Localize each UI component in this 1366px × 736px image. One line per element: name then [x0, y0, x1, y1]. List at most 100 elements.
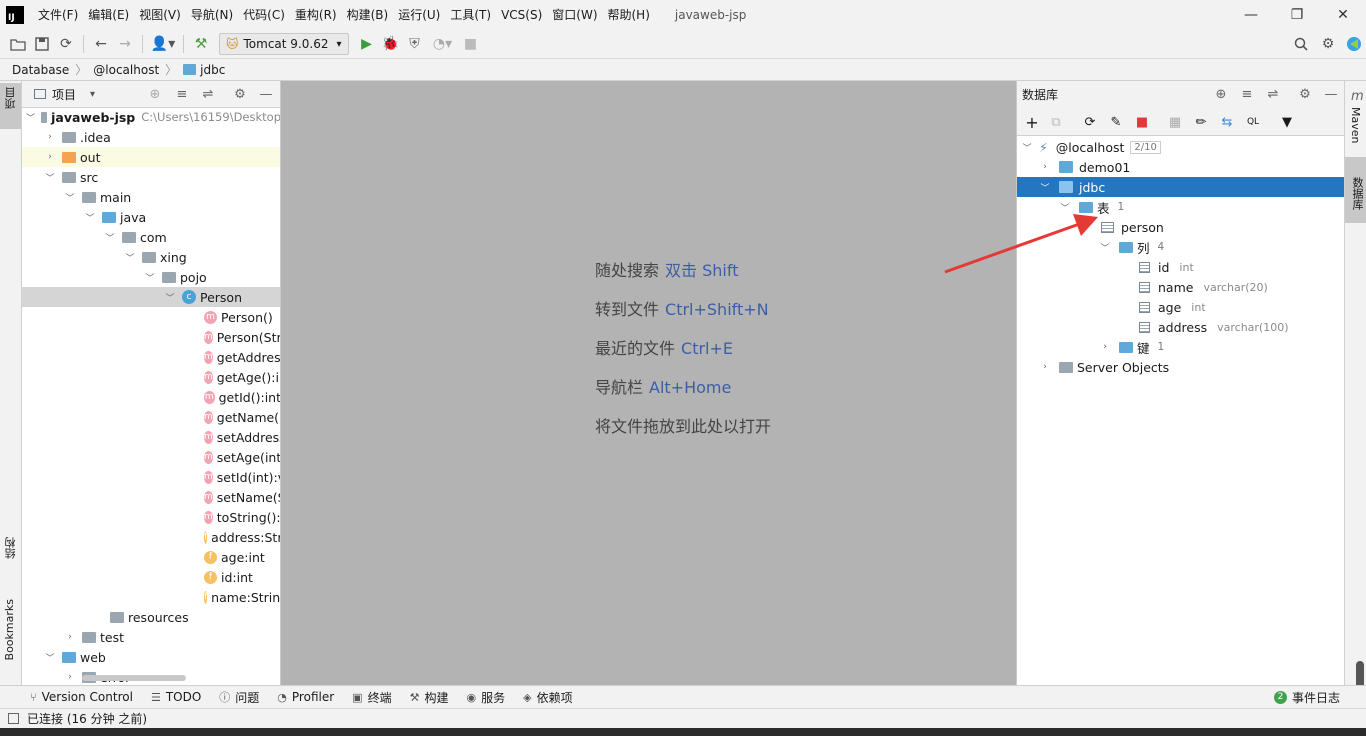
tree-node-root[interactable]: ﹀ javaweb-jsp C:\Users\16159\Desktop	[22, 107, 280, 127]
hide-panel-icon[interactable]: —	[257, 85, 275, 103]
menu-file[interactable]: 文件(F)	[33, 0, 83, 30]
tree-node-resources[interactable]: resources	[22, 607, 280, 627]
chevron-down-icon[interactable]: ﹀	[124, 251, 136, 264]
layout-icon[interactable]	[8, 713, 19, 724]
tree-node-java[interactable]: ﹀ java	[22, 207, 280, 227]
editor-empty-area[interactable]: 随处搜索 双击 Shift 转到文件 Ctrl+Shift+N 最近的文件 Ctrl+…	[281, 81, 1016, 685]
tab-structure[interactable]: 结构	[3, 537, 19, 559]
locate-icon[interactable]: ⊕	[146, 85, 164, 103]
tool-services[interactable]: ◉ 服务	[466, 689, 505, 706]
menu-run[interactable]: 运行(U)	[393, 0, 445, 30]
console-icon[interactable]: QL	[1244, 113, 1262, 131]
chevron-right-icon[interactable]: ›	[44, 132, 56, 142]
tool-dependencies[interactable]: ◈ 依赖项	[523, 689, 572, 706]
breadcrumb-host[interactable]: @localhost	[93, 63, 159, 77]
settings-gear-icon[interactable]: ⚙	[1316, 33, 1340, 55]
tree-node-field[interactable]: f name:String	[22, 587, 280, 607]
chevron-down-icon[interactable]: ﹀	[144, 271, 156, 284]
chevron-right-icon[interactable]: ›	[64, 672, 76, 682]
breadcrumb-jdbc[interactable]: jdbc	[200, 63, 225, 77]
app-logo-icon[interactable]: IJ	[6, 6, 24, 24]
run-icon[interactable]: ▶	[355, 33, 379, 55]
tool-problems[interactable]: ⓘ 问题	[219, 689, 259, 706]
chevron-down-icon[interactable]: ﹀	[104, 231, 116, 244]
ide-update-icon[interactable]	[1342, 33, 1366, 55]
menu-build[interactable]: 构建(B)	[342, 0, 394, 30]
search-icon[interactable]	[1289, 33, 1313, 55]
tree-node-web[interactable]: ﹀ web	[22, 647, 280, 667]
chevron-right-icon[interactable]: ›	[64, 632, 76, 642]
debug-icon[interactable]: 🐞	[379, 33, 403, 55]
edit-icon[interactable]: ✏	[1192, 113, 1210, 131]
open-folder-icon[interactable]	[6, 33, 30, 55]
tab-database[interactable]: 数据库	[1349, 177, 1365, 210]
expand-all-icon[interactable]: ≡	[173, 85, 191, 103]
build-hammer-icon[interactable]: ⚒	[189, 33, 213, 55]
tree-node-idea[interactable]: › .idea	[22, 127, 280, 147]
tree-node-person-class[interactable]: ﹀ c Person	[22, 287, 280, 307]
tab-project[interactable]: 项目	[3, 87, 19, 109]
menu-vcs[interactable]: VCS(S)	[496, 0, 547, 30]
tree-node-field[interactable]: faddress:String	[22, 527, 280, 547]
chevron-down-icon[interactable]: ﹀	[1021, 141, 1033, 154]
tree-node-method[interactable]: mgetName():String	[22, 407, 280, 427]
chevron-down-icon[interactable]: ▾	[90, 89, 95, 100]
back-icon[interactable]: ←	[89, 33, 113, 55]
chevron-down-icon[interactable]: ﹀	[164, 291, 176, 304]
gear-icon[interactable]: ⚙	[1296, 85, 1314, 103]
tree-node-localhost[interactable]: ﹀ ⚡ @localhost 2/10	[1017, 137, 1344, 157]
tree-node-tables[interactable]: ﹀ 表 1	[1017, 197, 1344, 217]
column-row-id[interactable]: id int	[1017, 257, 1344, 277]
chevron-right-icon[interactable]: ›	[1039, 162, 1051, 172]
menu-edit[interactable]: 编辑(E)	[83, 0, 134, 30]
horizontal-scrollbar[interactable]	[82, 675, 186, 681]
chevron-down-icon[interactable]: ﹀	[1099, 241, 1111, 254]
tree-node-keys[interactable]: › 键 1	[1017, 337, 1344, 357]
tree-node-out[interactable]: › out	[22, 147, 280, 167]
menu-refactor[interactable]: 重构(R)	[290, 0, 342, 30]
jump-to-icon[interactable]: ⇆	[1218, 113, 1236, 131]
menu-tools[interactable]: 工具(T)	[445, 0, 496, 30]
run-config-select[interactable]: 🐱 Tomcat 9.0.62 ▾	[219, 33, 349, 55]
tree-node-jdbc[interactable]: ﹀ jdbc	[1017, 177, 1344, 197]
tree-node-method[interactable]: msetId(int):void	[22, 467, 280, 487]
tree-node-field[interactable]: f age:int	[22, 547, 280, 567]
hide-panel-icon[interactable]: —	[1322, 85, 1340, 103]
gear-icon[interactable]: ⚙	[231, 85, 249, 103]
tree-node-method[interactable]: mgetAge():int	[22, 367, 280, 387]
tab-bookmarks[interactable]: Bookmarks	[3, 599, 16, 660]
chevron-right-icon[interactable]: ›	[44, 152, 56, 162]
filter-icon[interactable]: ▼	[1278, 113, 1296, 131]
tree-node-method[interactable]: msetName(String)	[22, 487, 280, 507]
close-icon[interactable]: ✕	[1320, 0, 1366, 30]
tree-node-method[interactable]: mPerson(String	[22, 327, 280, 347]
properties-icon[interactable]: ✎	[1107, 113, 1125, 131]
chevron-down-icon[interactable]: ﹀	[1059, 201, 1071, 214]
tool-profiler[interactable]: ◔ Profiler	[277, 690, 334, 704]
menu-view[interactable]: 视图(V)	[134, 0, 186, 30]
user-icon[interactable]: 👤▾	[148, 33, 178, 55]
menu-code[interactable]: 代码(C)	[238, 0, 290, 30]
forward-icon[interactable]: →	[113, 33, 137, 55]
chevron-down-icon[interactable]: ﹀	[84, 211, 96, 224]
add-icon[interactable]: +	[1023, 113, 1041, 132]
tree-node-pojo[interactable]: ﹀ pojo	[22, 267, 280, 287]
chevron-right-icon[interactable]: ›	[1039, 362, 1051, 372]
tree-node-src[interactable]: ﹀ src	[22, 167, 280, 187]
column-row-address[interactable]: address varchar(100)	[1017, 317, 1344, 337]
database-panel-title[interactable]: 数据库	[1022, 86, 1058, 103]
tree-node-field[interactable]: f id:int	[22, 567, 280, 587]
status-text[interactable]: 已连接 (16 分钟 之前)	[27, 710, 147, 727]
restore-icon[interactable]: ❐	[1274, 0, 1320, 30]
copy-icon[interactable]: ⧉	[1047, 113, 1065, 131]
project-panel-title[interactable]: 项目	[52, 86, 76, 103]
minimize-icon[interactable]: —	[1228, 0, 1274, 30]
add-target-icon[interactable]: ⊕	[1212, 85, 1230, 103]
tree-node-person-table[interactable]: person	[1017, 217, 1344, 237]
tool-build[interactable]: ⚒ 构建	[410, 689, 449, 706]
tree-node-method[interactable]: msetAddress(String)	[22, 427, 280, 447]
collapse-all-icon[interactable]: ⇌	[1264, 85, 1282, 103]
refresh-icon[interactable]: ⟳	[1081, 113, 1099, 131]
chevron-down-icon[interactable]: ﹀	[26, 111, 35, 124]
tree-node-com[interactable]: ﹀ com	[22, 227, 280, 247]
